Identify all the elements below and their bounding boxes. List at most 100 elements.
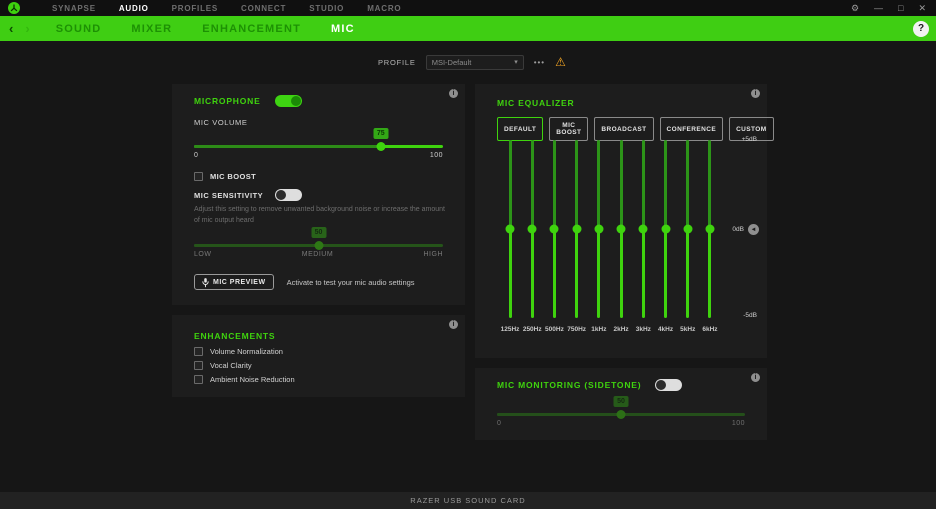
menu-item-macro[interactable]: MACRO (367, 4, 401, 13)
menu-item-audio[interactable]: AUDIO (119, 4, 149, 13)
eq-scale-mid-label: 0dB (732, 226, 744, 233)
eq-slider-track[interactable] (509, 140, 512, 318)
maximize-icon[interactable]: □ (898, 0, 903, 16)
eq-band-500hz[interactable]: 500Hz (545, 140, 563, 333)
profile-more-button[interactable]: ••• (534, 58, 545, 67)
eq-slider-handle[interactable] (550, 225, 559, 234)
sensitivity-low-label: LOW (194, 251, 211, 258)
eq-slider-handle[interactable] (572, 225, 581, 234)
eq-band-1khz[interactable]: 1kHz (590, 140, 608, 333)
eq-slider-track[interactable] (664, 140, 667, 318)
eq-slider-handle[interactable] (528, 225, 537, 234)
volume-normalization-checkbox[interactable] (194, 347, 203, 356)
warning-icon[interactable]: ⚠ (555, 56, 566, 68)
menu-item-studio[interactable]: STUDIO (309, 4, 344, 13)
ambient-noise-reduction-checkbox[interactable] (194, 375, 203, 384)
eq-slider-track[interactable] (597, 140, 600, 318)
eq-reset-icon[interactable]: ◄ (748, 224, 759, 235)
mic-equalizer-title: MIC EQUALIZER (497, 98, 574, 108)
vocal-clarity-checkbox[interactable] (194, 361, 203, 370)
info-icon[interactable]: i (449, 320, 458, 329)
minimize-icon[interactable]: — (874, 0, 883, 16)
eq-band-label: 250Hz (523, 326, 542, 333)
slider-track[interactable] (194, 145, 443, 148)
eq-scale-bottom-label: -5dB (743, 312, 757, 319)
help-button[interactable]: ? (913, 21, 929, 37)
eq-slider-track[interactable] (686, 140, 689, 318)
nav-bar: ‹ › SOUND MIXER ENHANCEMENT MIC ? (0, 16, 936, 41)
eq-slider-handle[interactable] (617, 225, 626, 234)
preset-broadcast-button[interactable]: BROADCAST (594, 117, 653, 141)
menu-item-profiles[interactable]: PROFILES (172, 4, 218, 13)
mic-monitoring-slider[interactable]: 50 0 100 (497, 396, 745, 430)
enhancement-option-row: Ambient Noise Reduction (194, 375, 295, 384)
close-icon[interactable]: ✕ (918, 0, 926, 16)
mic-boost-row: MIC BOOST (194, 172, 256, 181)
slider-handle[interactable] (314, 241, 323, 250)
mic-volume-label: MIC VOLUME (194, 118, 248, 127)
slider-fill (497, 413, 621, 416)
mic-volume-slider[interactable]: 75 0 100 (194, 128, 443, 162)
eq-slider-handle[interactable] (683, 225, 692, 234)
eq-slider-track[interactable] (553, 140, 556, 318)
mic-preview-hint: Activate to test your mic audio settings (287, 278, 415, 287)
toggle-knob (276, 190, 286, 200)
eq-slider-handle[interactable] (639, 225, 648, 234)
enhancement-option-row: Vocal Clarity (194, 361, 295, 370)
preset-mic-boost-button[interactable]: MIC BOOST (549, 117, 588, 141)
eq-slider-track[interactable] (642, 140, 645, 318)
eq-slider-handle[interactable] (594, 225, 603, 234)
mic-monitoring-value-badge: 50 (614, 396, 629, 407)
preset-default-button[interactable]: DEFAULT (497, 117, 543, 141)
razer-logo-icon[interactable] (8, 2, 20, 14)
option-label: Ambient Noise Reduction (210, 375, 295, 384)
menu-item-synapse[interactable]: SYNAPSE (52, 4, 96, 13)
profile-select[interactable]: MSI-Default ▾ (426, 55, 524, 70)
eq-slider-handle[interactable] (506, 225, 515, 234)
slider-handle[interactable] (617, 410, 626, 419)
title-bar: SYNAPSE AUDIO PROFILES CONNECT STUDIO MA… (0, 0, 936, 16)
slider-handle[interactable] (376, 142, 385, 151)
sensitivity-high-label: HIGH (424, 251, 444, 258)
eq-slider-track[interactable] (531, 140, 534, 318)
tab-mic[interactable]: MIC (331, 23, 355, 35)
sensitivity-medium-label: MEDIUM (302, 251, 333, 258)
eq-band-125hz[interactable]: 125Hz (501, 140, 519, 333)
menu-item-connect[interactable]: CONNECT (241, 4, 286, 13)
mic-boost-checkbox[interactable] (194, 172, 203, 181)
info-icon[interactable]: i (751, 373, 760, 382)
tab-mixer[interactable]: MIXER (131, 23, 172, 35)
preset-conference-button[interactable]: CONFERENCE (660, 117, 724, 141)
option-label: Volume Normalization (210, 347, 283, 356)
eq-slider-handle[interactable] (661, 225, 670, 234)
mic-icon (202, 277, 209, 288)
status-bar: RAZER USB SOUND CARD (0, 492, 936, 509)
toggle-knob (291, 96, 301, 106)
mic-sensitivity-slider[interactable]: 50 LOW MEDIUM HIGH (194, 227, 443, 261)
eq-slider-track[interactable] (620, 140, 623, 318)
monitoring-min-label: 0 (497, 420, 501, 427)
eq-band-4khz[interactable]: 4kHz (657, 140, 675, 333)
mic-sensitivity-toggle[interactable] (275, 189, 302, 201)
mic-boost-label: MIC BOOST (210, 172, 256, 181)
eq-band-250hz[interactable]: 250Hz (523, 140, 541, 333)
window-controls: ⚙ — □ ✕ (851, 0, 926, 16)
device-name: RAZER USB SOUND CARD (410, 496, 525, 505)
eq-band-5khz[interactable]: 5kHz (679, 140, 697, 333)
settings-gear-icon[interactable]: ⚙ (851, 0, 859, 16)
eq-slider-track[interactable] (708, 140, 711, 318)
nav-forward-icon[interactable]: › (25, 16, 29, 41)
eq-slider-track[interactable] (575, 140, 578, 318)
eq-slider-handle[interactable] (705, 225, 714, 234)
tab-enhancement[interactable]: ENHANCEMENT (202, 23, 301, 35)
microphone-toggle[interactable] (275, 95, 302, 107)
eq-band-3khz[interactable]: 3kHz (634, 140, 652, 333)
nav-back-icon[interactable]: ‹ (9, 16, 13, 41)
mic-preview-button[interactable]: MIC PREVIEW (194, 274, 274, 290)
tab-sound[interactable]: SOUND (56, 23, 102, 35)
info-icon[interactable]: i (449, 89, 458, 98)
eq-band-2khz[interactable]: 2kHz (612, 140, 630, 333)
eq-band-750hz[interactable]: 750Hz (568, 140, 586, 333)
eq-band-label: 125Hz (501, 326, 520, 333)
mic-monitoring-toggle[interactable] (655, 379, 682, 391)
